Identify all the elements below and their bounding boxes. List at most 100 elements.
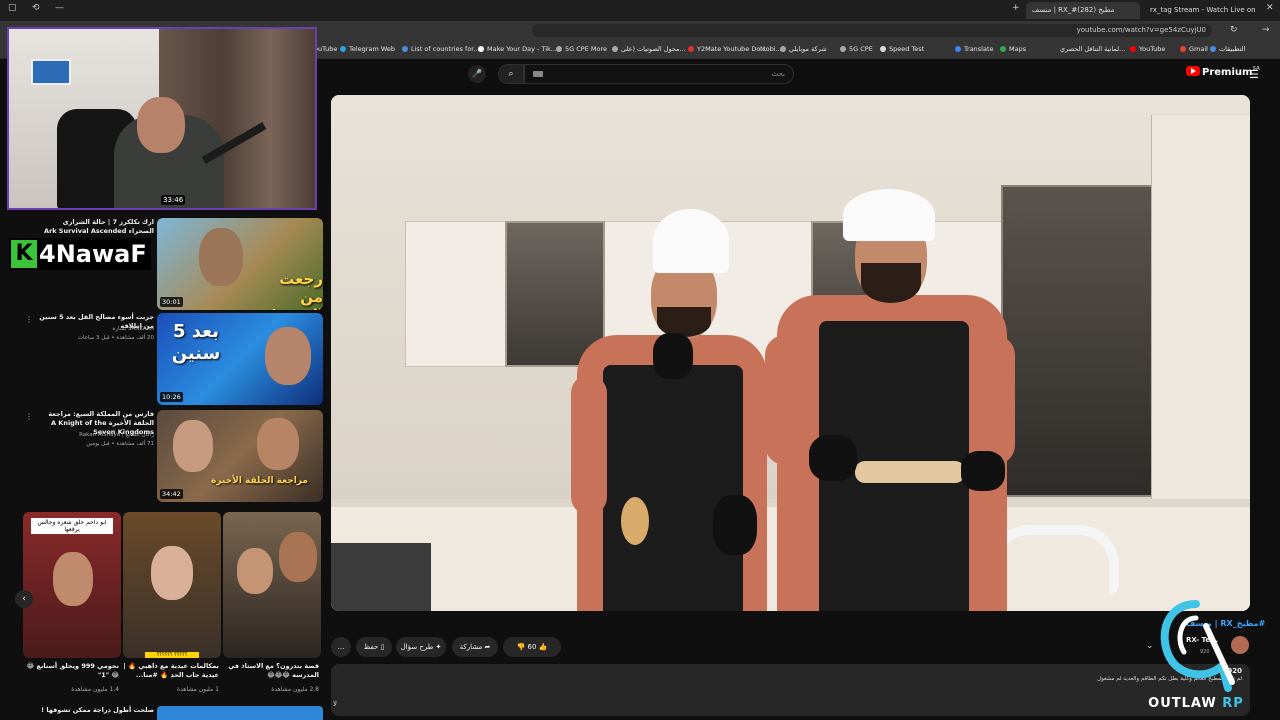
short-views: 2.8 مليون مشاهدة	[271, 686, 319, 693]
short-item[interactable]: ابو داحم حلق شعره وجالس يرقعها	[23, 512, 121, 658]
bookmark-label: Telegram Web	[349, 45, 396, 53]
chef-glove	[653, 333, 693, 379]
new-tab-icon[interactable]: +	[1012, 3, 1020, 13]
chef-apron	[603, 365, 743, 611]
stove	[331, 543, 431, 611]
short-banner: ؟؟؟؟؟ ؟؟؟؟؟؟	[145, 652, 199, 658]
search-icon[interactable]: ⌕	[498, 64, 524, 84]
chef-arm	[765, 335, 805, 465]
chevron-left-icon[interactable]: ‹	[15, 590, 33, 608]
tab-kick-stream[interactable]: rx_tag Stream - Watch Live on	[1144, 2, 1262, 19]
short-title[interactable]: نحومي 999 ويحلق أسنانع 😂😂 "1"	[23, 662, 119, 680]
window-menu-icon[interactable]: ▢	[8, 3, 17, 13]
tab-label: rx_tag Stream - Watch Live on	[1150, 6, 1256, 14]
video-thumbnail[interactable]: بعد 5 سنين 10:26	[157, 313, 323, 405]
video-title[interactable]: ارك تكلكرز 7 | حالة الشرارى الصحراء Ark …	[38, 218, 154, 236]
bookmark-apps[interactable]: التطبيقات	[1210, 45, 1245, 53]
video-player[interactable]	[331, 95, 1250, 611]
bookmark-mobily[interactable]: شركة موبايلي	[780, 45, 827, 53]
description-box[interactable]: 920 لم تكن المطبخ العالم وكلية بطل تكم ا…	[331, 664, 1250, 716]
dislike-icon[interactable]: 👎	[517, 643, 526, 651]
video-duration: 34:42	[160, 489, 183, 499]
bookmark-label: Gmail	[1189, 45, 1208, 53]
more-vert-icon[interactable]: ⋮	[25, 412, 33, 421]
save-button[interactable]: حفظ ▯	[356, 637, 392, 657]
wall-picture	[31, 59, 71, 85]
bookmark-speedtest[interactable]: Speed Test	[880, 45, 924, 53]
like-icon[interactable]: 👍	[539, 643, 548, 651]
channel-name[interactable]: SANKARA بشارة	[38, 325, 154, 333]
bookmark-tv[interactable]: لمانية التناقل الحصري...	[1060, 45, 1125, 53]
tab-search-icon[interactable]: ⟲	[32, 3, 40, 13]
description-footer: لا	[333, 700, 337, 708]
bookmark-label: 5G CPE	[849, 45, 873, 53]
thumbnail-face	[265, 327, 311, 385]
video-meta: 20 ألف مشاهدة • قبل 3 ساعات	[77, 335, 154, 341]
bookmark-telegram[interactable]: Telegram Web	[340, 45, 395, 53]
menu-icon[interactable]: ☰	[1249, 68, 1259, 81]
tab-youtube-video[interactable]: منسف | RX_#مطبخ (282)	[1026, 2, 1140, 19]
keyboard-icon[interactable]	[533, 71, 543, 77]
more-actions-button[interactable]: ...	[331, 637, 351, 657]
globe-icon	[402, 46, 408, 52]
bookmark-label: Translate	[964, 45, 994, 53]
sparkle-icon: ✦	[435, 643, 442, 651]
shorts-shelf: ابو داحم حلق شعره وجالس يرقعها ؟؟؟؟؟ ؟؟؟…	[0, 510, 326, 720]
close-window-icon[interactable]: ✕	[1266, 3, 1274, 13]
url-field[interactable]: youtube.com/watch?v=ge54zCuyjU0	[532, 24, 1212, 37]
bookmark-audio-converter[interactable]: محول الصوتيات (على...	[612, 45, 686, 53]
bookmark-label: التطبيقات	[1219, 45, 1246, 53]
search-input[interactable]: بحث	[524, 64, 794, 84]
ask-button[interactable]: طرح سؤال ✦	[396, 637, 446, 657]
chef-beard	[861, 263, 921, 303]
bookmark-5gcpe-more[interactable]: 5G CPE More	[556, 45, 607, 53]
minimize-icon[interactable]: —	[55, 3, 64, 13]
watermark-suffix: RP	[1222, 696, 1244, 711]
speedtest-icon	[880, 46, 886, 52]
bookmark-5gcpe[interactable]: 5G CPE	[840, 45, 873, 53]
channel-name[interactable]: راكان الشايع | Rakan AlShaya	[38, 431, 154, 439]
bookmark-y2mate[interactable]: Y2Mate Youtube Do...	[688, 45, 766, 53]
bookmark-label: ouTube	[314, 45, 338, 53]
streamer-logo: K 4NawaF	[9, 238, 151, 270]
more-label: ...	[337, 643, 345, 651]
video-title[interactable]: صلحت أطول دراجة ممكن تشوفها !	[38, 706, 154, 714]
chef-hat	[843, 189, 935, 241]
watermark-text: OUTLAW RP	[1136, 696, 1256, 711]
bookmark-maps[interactable]: Maps	[1000, 45, 1026, 53]
short-title[interactable]: قصة بتدرون؟ مع الاستاذ في المدرسه 😂😂😂	[223, 662, 319, 680]
voice-search-icon[interactable]: 🎤	[468, 65, 486, 83]
short-title[interactable]: بمكالمات عيدية مع ذاهبي 🔥 | عيدية جاب ال…	[123, 662, 219, 680]
bookmark-label: YouTube	[1139, 45, 1166, 53]
chef-glove	[713, 495, 757, 555]
video-duration: 30:01	[160, 297, 183, 307]
translate-icon	[955, 46, 961, 52]
save-label: حفظ	[363, 643, 379, 651]
video-thumbnail[interactable]: مراجعة الحلقة الأخيرة 34:42	[157, 410, 323, 502]
youtube-icon	[1130, 46, 1136, 52]
bookmark-youtube[interactable]: YouTube	[1130, 45, 1165, 53]
short-banner: ابو داحم حلق شعره وجالس يرقعها	[31, 518, 113, 534]
bookmark-countries[interactable]: List of countries for...	[402, 45, 480, 53]
y2mate-icon	[688, 46, 694, 52]
video-thumbnail[interactable]	[157, 706, 323, 720]
fridge	[1151, 115, 1250, 535]
tab-label: منسف | RX_#مطبخ (282)	[1032, 6, 1115, 14]
short-item[interactable]: ؟؟؟؟؟ ؟؟؟؟؟؟	[123, 512, 221, 658]
short-item[interactable]	[223, 512, 321, 658]
bookmark-youtube-2[interactable]: ouTube	[314, 45, 337, 53]
video-thumbnail[interactable]: رجعت من الصفر! 30:01	[157, 218, 323, 310]
bookmark-tiktok[interactable]: Make Your Day - Tik...	[478, 45, 557, 53]
thumbnail-caption: مراجعة الحلقة الأخيرة	[211, 476, 308, 486]
globe-icon	[840, 46, 846, 52]
share-button[interactable]: مشاركة ➦	[452, 637, 498, 657]
ask-label: طرح سؤال	[400, 643, 434, 651]
reload-icon[interactable]: ↻	[1230, 25, 1238, 35]
wooden-spoon	[621, 497, 649, 545]
more-vert-icon[interactable]: ⋮	[25, 315, 33, 324]
bookmark-gmail[interactable]: Gmail	[1180, 45, 1208, 53]
bookmark-translate[interactable]: Translate	[955, 45, 994, 53]
like-dislike-group[interactable]: 👎 60 👍	[503, 637, 561, 657]
forward-icon[interactable]: →	[1262, 25, 1270, 35]
apps-icon	[1210, 46, 1216, 52]
